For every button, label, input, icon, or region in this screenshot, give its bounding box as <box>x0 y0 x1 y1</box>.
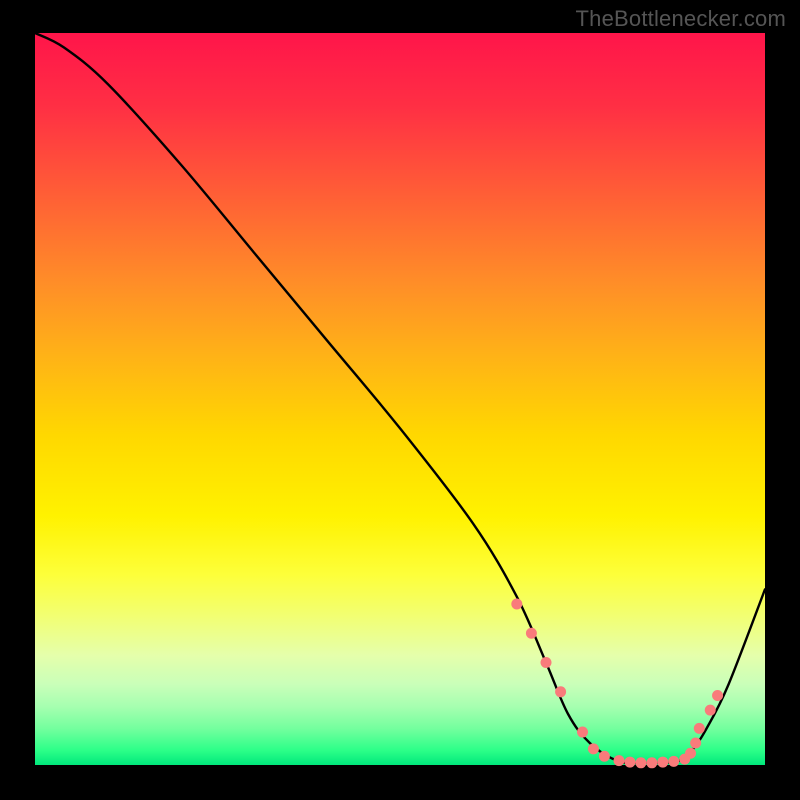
marker-point <box>526 628 537 639</box>
marker-point <box>577 727 588 738</box>
marker-point <box>588 743 599 754</box>
marker-point <box>511 598 522 609</box>
marker-point <box>657 757 668 768</box>
plot-area <box>35 33 765 765</box>
marker-point <box>694 723 705 734</box>
chart-container: TheBottlenecker.com <box>0 0 800 800</box>
marker-point <box>690 738 701 749</box>
marker-point <box>614 755 625 766</box>
marker-point <box>555 686 566 697</box>
marker-point <box>624 757 635 768</box>
marker-point <box>712 690 723 701</box>
attribution-label: TheBottlenecker.com <box>576 6 786 32</box>
marker-point <box>685 748 696 759</box>
marker-point <box>635 757 646 768</box>
marker-point <box>599 751 610 762</box>
marker-point <box>541 657 552 668</box>
bottleneck-curve-svg <box>35 33 765 765</box>
marker-points <box>511 598 723 768</box>
bottleneck-curve-line <box>35 33 765 763</box>
marker-point <box>705 705 716 716</box>
marker-point <box>668 756 679 767</box>
marker-point <box>646 757 657 768</box>
